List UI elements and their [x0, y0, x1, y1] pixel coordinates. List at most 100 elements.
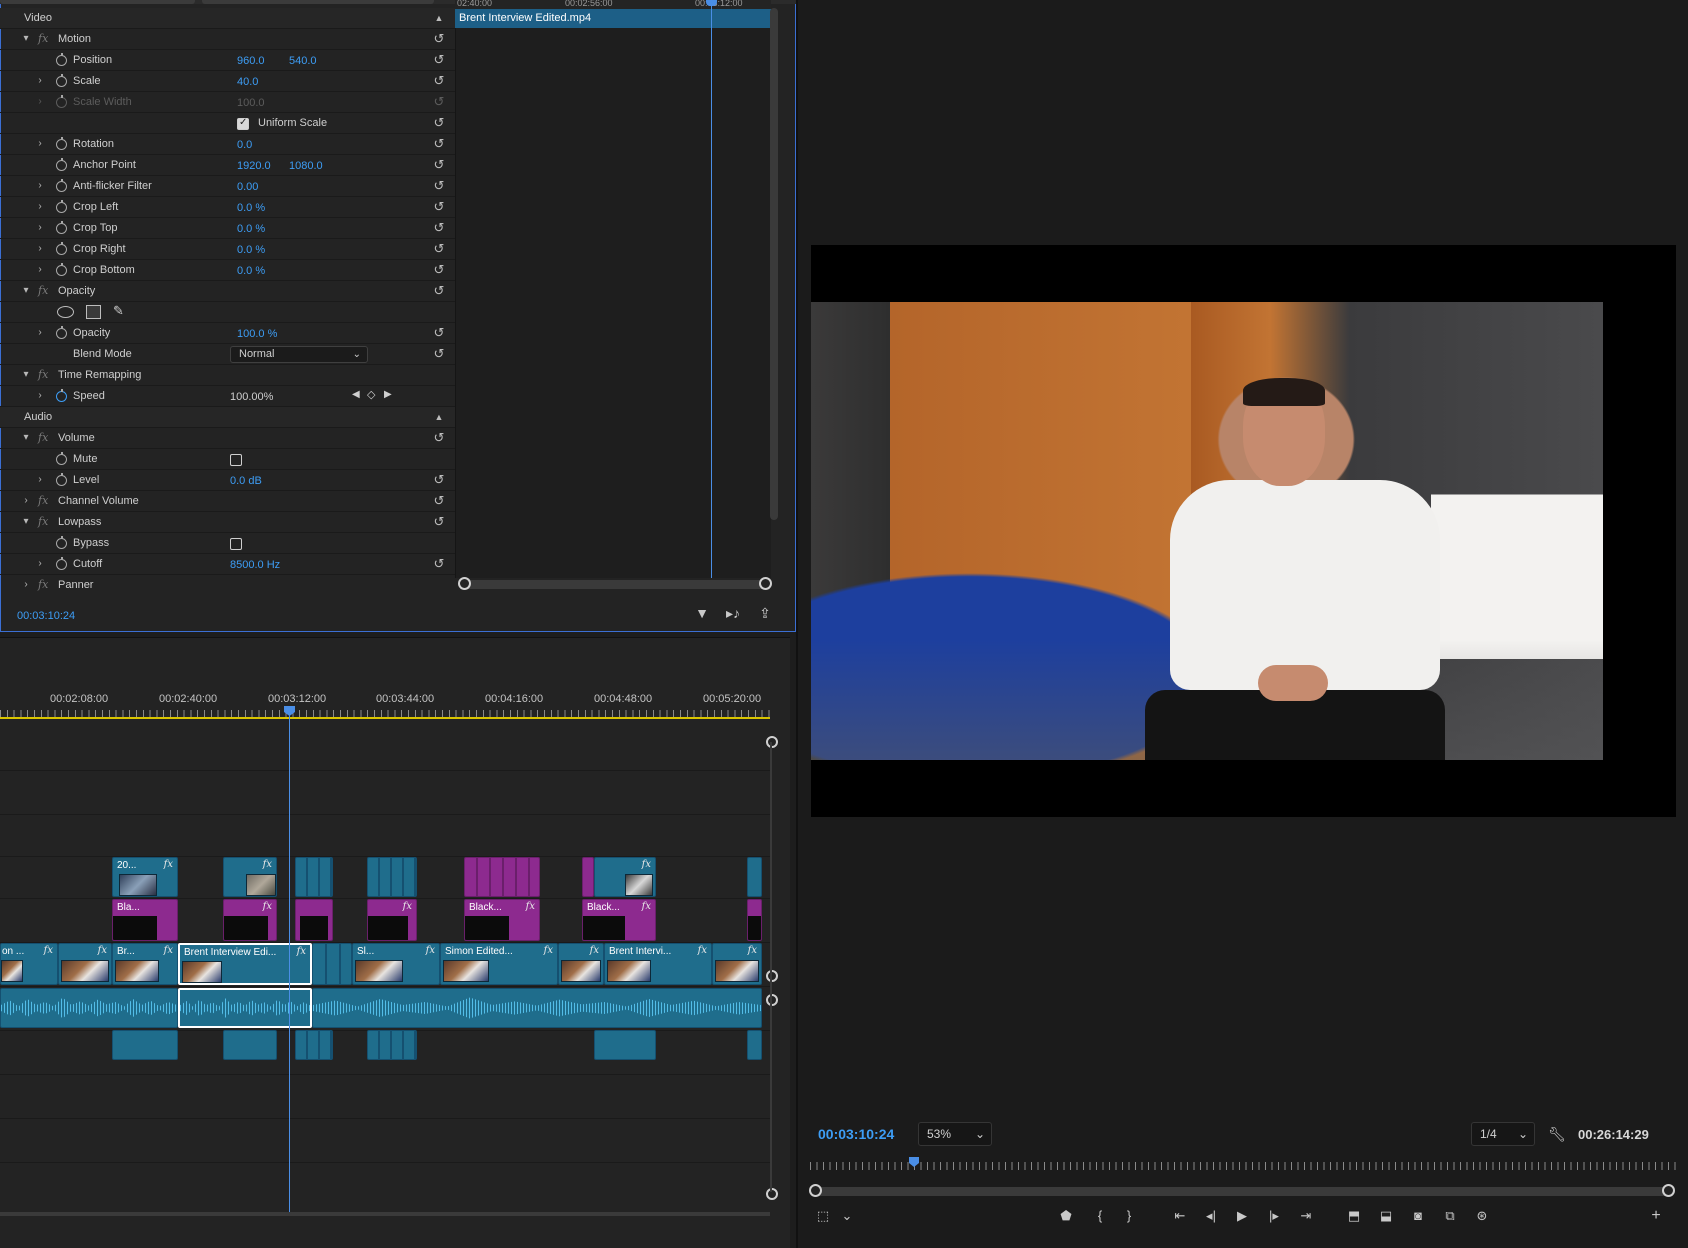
go-to-in-icon[interactable]: ⇤	[1169, 1205, 1191, 1227]
program-monitor-zoom-scrollbar[interactable]	[809, 1184, 1675, 1197]
next-keyframe-icon[interactable]: ▶	[384, 389, 392, 400]
reset-icon[interactable]: ↺	[431, 242, 447, 256]
fx-icon[interactable]: fx	[403, 901, 412, 912]
bypass-checkbox[interactable]	[230, 538, 242, 550]
effect-controls-timeline[interactable]	[455, 4, 771, 578]
reset-icon[interactable]: ↺	[431, 221, 447, 235]
lift-icon[interactable]: ⬒	[1343, 1205, 1365, 1227]
timeline-clip[interactable]: Black... fx	[464, 899, 540, 941]
zoom-level-select[interactable]: 53% ⌄	[918, 1122, 992, 1146]
playback-resolution-select[interactable]: 1/4 ⌄	[1471, 1122, 1535, 1146]
fx-icon[interactable]: fx	[38, 494, 48, 507]
timeline-clip[interactable]: 20... fx	[112, 857, 178, 897]
play-audio-icon[interactable]: ▸♪	[724, 604, 742, 622]
timeline-clip[interactable]	[464, 857, 540, 897]
chevron-right-icon[interactable]: ›	[35, 180, 45, 192]
pen-mask-icon[interactable]: ✎	[113, 303, 124, 319]
stopwatch-icon[interactable]	[56, 74, 67, 87]
crop-right-value[interactable]: 0.0 %	[237, 244, 265, 256]
scroll-handle[interactable]	[766, 994, 778, 1006]
reset-icon[interactable]: ↺	[431, 158, 447, 172]
position-x-value[interactable]: 960.0	[237, 55, 265, 67]
reset-icon[interactable]: ↺	[431, 473, 447, 487]
mute-checkbox[interactable]	[230, 454, 242, 466]
timeline-clip[interactable]: on ... fx	[0, 943, 58, 985]
timeline-clip[interactable]: Sl... fx	[352, 943, 440, 985]
stopwatch-icon[interactable]	[56, 389, 67, 402]
fx-icon[interactable]: fx	[642, 859, 651, 870]
panner-effect-row[interactable]: › fx Panner	[0, 575, 455, 596]
timeline-clip[interactable]	[312, 943, 352, 985]
time-remapping-row[interactable]: ▾ fx Time Remapping	[0, 365, 455, 386]
add-button-icon[interactable]: +	[1645, 1205, 1667, 1227]
playhead-handle-icon[interactable]	[706, 0, 717, 6]
crop-bottom-value[interactable]: 0.0 %	[237, 265, 265, 277]
scale-value[interactable]: 40.0	[237, 76, 258, 88]
fx-icon[interactable]: fx	[38, 284, 48, 297]
fx-icon[interactable]: fx	[98, 945, 107, 956]
stopwatch-icon[interactable]	[56, 200, 67, 213]
scroll-handle[interactable]	[766, 736, 778, 748]
reset-icon[interactable]: ↺	[431, 137, 447, 151]
stopwatch-icon[interactable]	[56, 221, 67, 234]
audio-clip[interactable]	[0, 988, 178, 1028]
audio-clip-selected[interactable]	[178, 988, 312, 1028]
stopwatch-icon[interactable]	[56, 53, 67, 66]
scroll-handle-end[interactable]	[1662, 1184, 1675, 1197]
stopwatch-icon[interactable]	[56, 137, 67, 150]
chevron-down-icon[interactable]: ⌄	[836, 1205, 858, 1227]
reset-icon[interactable]: ↺	[431, 53, 447, 67]
fx-icon[interactable]: fx	[526, 901, 535, 912]
opacity-value[interactable]: 100.0 %	[237, 328, 277, 340]
timeline-clip[interactable]	[367, 857, 417, 897]
chevron-right-icon[interactable]: ›	[35, 138, 45, 150]
work-area-bar[interactable]	[0, 717, 770, 719]
timeline-clip[interactable]: Brent Intervi... fx	[604, 943, 712, 985]
fx-icon[interactable]: fx	[590, 945, 599, 956]
reset-icon[interactable]: ↺	[431, 515, 447, 529]
stopwatch-icon[interactable]	[56, 242, 67, 255]
go-to-out-icon[interactable]: ⇥	[1295, 1205, 1317, 1227]
timeline-clip[interactable]: fx	[58, 943, 112, 985]
fx-icon[interactable]: fx	[297, 946, 306, 957]
fx-icon[interactable]: fx	[698, 945, 707, 956]
anchor-point-y-value[interactable]: 1080.0	[289, 160, 323, 172]
chevron-right-icon[interactable]: ›	[35, 327, 45, 339]
timeline-scroll-track[interactable]	[770, 742, 772, 1192]
add-keyframe-icon[interactable]: ◇	[367, 388, 375, 401]
timeline-clip[interactable]	[582, 857, 594, 897]
cutoff-value[interactable]: 8500.0 Hz	[230, 559, 280, 571]
add-marker-icon[interactable]: ⬟	[1055, 1205, 1077, 1227]
chevron-right-icon[interactable]: ›	[35, 222, 45, 234]
scroll-handle-start[interactable]	[458, 577, 471, 590]
effect-controls-playhead[interactable]	[711, 0, 712, 578]
fx-icon[interactable]: fx	[38, 431, 48, 444]
timeline-clip[interactable]: fx	[594, 857, 656, 897]
scroll-handle-start[interactable]	[809, 1184, 822, 1197]
blend-mode-select[interactable]: Normal ⌄	[230, 346, 368, 363]
audio-clip[interactable]	[312, 988, 762, 1028]
timeline-playhead[interactable]	[289, 711, 290, 1215]
mark-out-icon[interactable]: }	[1118, 1205, 1140, 1227]
audio-clip[interactable]	[295, 1030, 333, 1060]
chevron-right-icon[interactable]: ›	[35, 201, 45, 213]
reset-icon[interactable]: ↺	[431, 494, 447, 508]
uniform-scale-checkbox[interactable]	[237, 117, 249, 130]
collapse-up-icon[interactable]: ▲	[431, 410, 447, 424]
crop-left-value[interactable]: 0.0 %	[237, 202, 265, 214]
chevron-right-icon[interactable]: ›	[35, 243, 45, 255]
chevron-right-icon[interactable]: ›	[35, 390, 45, 402]
scroll-handle-end[interactable]	[759, 577, 772, 590]
timeline-clip[interactable]: fx	[558, 943, 604, 985]
effect-controls-ruler[interactable]: 02:40:00 00:02:56:00 00:03:12:00	[455, 0, 771, 9]
audio-clip[interactable]	[594, 1030, 656, 1060]
fx-icon[interactable]: fx	[544, 945, 553, 956]
volume-effect-row[interactable]: ▾ fx Volume ↺	[0, 428, 455, 449]
speed-value[interactable]: 100.00%	[230, 391, 273, 403]
fx-icon[interactable]: fx	[748, 945, 757, 956]
chevron-right-icon[interactable]: ›	[35, 96, 45, 108]
timeline-clip[interactable]: Black... fx	[582, 899, 656, 941]
timeline-clip[interactable]: Bla...	[112, 899, 178, 941]
reset-icon[interactable]: ↺	[431, 326, 447, 340]
audio-clip[interactable]	[747, 1030, 762, 1060]
